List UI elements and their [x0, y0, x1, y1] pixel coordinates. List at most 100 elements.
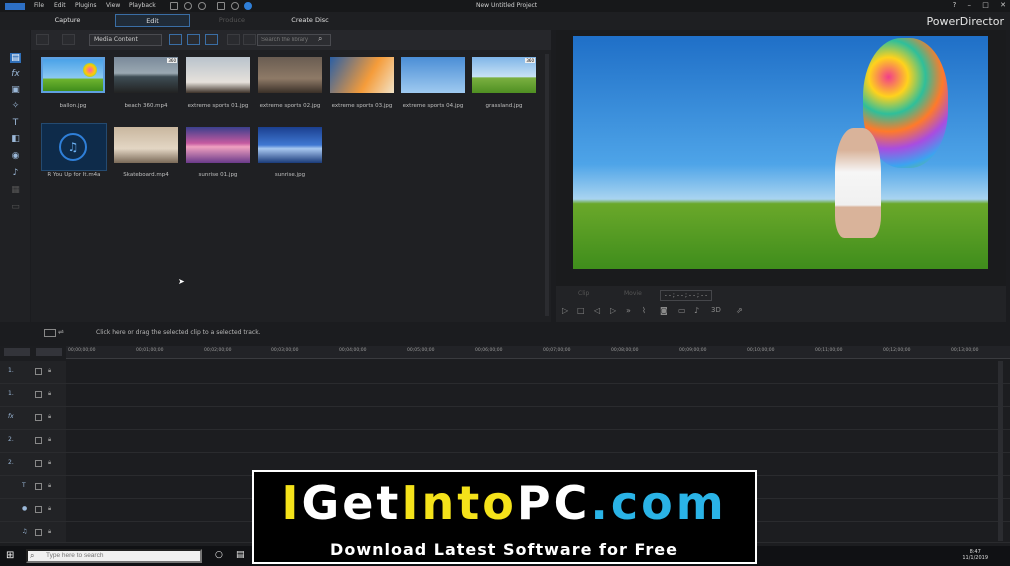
windows-start-icon[interactable]: ⊞: [6, 550, 14, 561]
track-enable-checkbox[interactable]: [35, 483, 42, 490]
movie-mode-tab[interactable]: Movie: [624, 290, 642, 297]
thumbnail-label: extreme sports 04.jpg: [402, 103, 464, 109]
3d-toggle[interactable]: 3D: [711, 306, 721, 314]
snapshot-icon[interactable]: ◙: [660, 306, 668, 315]
undock-icon[interactable]: ⇗: [736, 306, 743, 315]
timeline-mode-button[interactable]: [4, 348, 30, 356]
upgrade-icon[interactable]: [244, 2, 252, 10]
track-enable-checkbox[interactable]: [35, 368, 42, 375]
tab-capture[interactable]: Capture: [40, 14, 95, 27]
display-icon[interactable]: ▭: [678, 306, 686, 315]
settings-icon[interactable]: [231, 2, 239, 10]
track-enable-checkbox[interactable]: [35, 529, 42, 536]
track-enable-checkbox[interactable]: [35, 414, 42, 421]
library-scrollbar[interactable]: [545, 54, 549, 316]
thumbnail-sunrise[interactable]: [258, 127, 322, 163]
lock-icon[interactable]: 🔒︎: [48, 459, 51, 467]
volume-icon[interactable]: ♪: [694, 306, 699, 315]
task-view-icon[interactable]: ○: [215, 550, 223, 560]
plugin-icon[interactable]: [62, 34, 75, 45]
ruler-tick: 00;10;00;00: [747, 348, 775, 353]
tab-edit[interactable]: Edit: [115, 14, 190, 27]
filter-video-icon[interactable]: [169, 34, 182, 45]
thumbnail-label: sunrise.jpg: [274, 172, 306, 178]
taskbar-search-input[interactable]: [26, 549, 202, 563]
thumbnail-extreme-sports-04[interactable]: [401, 57, 465, 93]
watermark-title: IGetIntoPC.com: [254, 476, 754, 530]
clip-mode-tab[interactable]: Clip: [578, 290, 589, 297]
timeline-hint: Click here or drag the selected clip to …: [96, 329, 261, 336]
menu-edit[interactable]: Edit: [54, 2, 66, 9]
thumbnail-beach-360[interactable]: 360: [114, 57, 178, 93]
particle-room-icon[interactable]: ✧: [10, 101, 21, 111]
undo-icon[interactable]: [184, 2, 192, 10]
filter-audio-icon[interactable]: [205, 34, 218, 45]
lock-icon[interactable]: 🔒︎: [48, 367, 51, 375]
lock-icon[interactable]: 🔒︎: [48, 413, 51, 421]
minimize-button[interactable]: –: [968, 1, 972, 9]
thumbnail-extreme-sports-01[interactable]: [186, 57, 250, 93]
track-enable-checkbox[interactable]: [35, 391, 42, 398]
grid-view-icon[interactable]: [227, 34, 240, 45]
prev-frame-icon[interactable]: ◁: [594, 306, 600, 315]
menu-playback[interactable]: Playback: [129, 2, 156, 9]
help-button[interactable]: ?: [953, 1, 957, 9]
lock-icon[interactable]: 🔒︎: [48, 482, 51, 490]
audio-mixing-icon[interactable]: ◉: [10, 151, 21, 161]
thumbnail-ballon[interactable]: [41, 57, 105, 93]
next-frame-icon[interactable]: ▷: [610, 306, 616, 315]
timeline-scrollbar[interactable]: [998, 361, 1003, 541]
capture-icon[interactable]: [217, 2, 225, 10]
play-icon[interactable]: ▷: [562, 306, 568, 315]
fast-forward-icon[interactable]: »: [626, 306, 631, 315]
title-room-icon[interactable]: T: [10, 118, 21, 128]
track-enable-checkbox[interactable]: [35, 506, 42, 513]
voice-over-icon[interactable]: ♪: [10, 168, 21, 178]
split-icon[interactable]: ⌇: [642, 306, 646, 315]
track-enable-checkbox[interactable]: [35, 437, 42, 444]
timeline-ruler[interactable]: 00;00;00;00 00;01;00;00 00;02;00;00 00;0…: [66, 346, 1010, 359]
tab-create-disc[interactable]: Create Disc: [280, 14, 340, 27]
stop-icon[interactable]: □: [577, 306, 585, 315]
thumbnail-sunrise-01[interactable]: [186, 127, 250, 163]
menu-view[interactable]: View: [106, 2, 120, 9]
track-audio-1[interactable]: 1. 🔒︎: [0, 384, 1010, 407]
project-icon[interactable]: [170, 2, 178, 10]
lock-icon[interactable]: 🔒︎: [48, 528, 51, 536]
transition-room-icon[interactable]: ◧: [10, 134, 21, 144]
import-icon[interactable]: [36, 34, 49, 45]
media-room-icon[interactable]: ▤: [10, 53, 21, 63]
pip-room-icon[interactable]: ▣: [10, 85, 21, 95]
filter-image-icon[interactable]: [187, 34, 200, 45]
track-enable-checkbox[interactable]: [35, 460, 42, 467]
search-icon[interactable]: ⌕: [318, 34, 322, 44]
track-fx[interactable]: fx 🔒︎: [0, 407, 1010, 430]
thumbnail-extreme-sports-02[interactable]: [258, 57, 322, 93]
track-manager-icon[interactable]: [44, 329, 56, 337]
close-button[interactable]: ✕: [1000, 1, 1006, 9]
chapter-room-icon[interactable]: ▦: [10, 185, 21, 195]
thumbnail-grassland[interactable]: 360: [472, 57, 536, 93]
track-video-2[interactable]: 2. 🔒︎: [0, 430, 1010, 453]
fx-room-icon[interactable]: fx: [10, 69, 21, 79]
lock-icon[interactable]: 🔒︎: [48, 390, 51, 398]
menu-file[interactable]: File: [34, 2, 44, 9]
thumbnail-skateboard[interactable]: [114, 127, 178, 163]
thumbnail-audio[interactable]: ♫: [41, 123, 107, 171]
taskbar-clock[interactable]: 8:47 11/1/2019: [962, 549, 988, 561]
storyboard-mode-button[interactable]: [36, 348, 62, 356]
lock-icon[interactable]: 🔒︎: [48, 436, 51, 444]
mix-icon[interactable]: ⇌: [58, 328, 64, 336]
timecode-display[interactable]: - - ; - - ; - - ; - -: [660, 290, 712, 301]
lock-icon[interactable]: 🔒︎: [48, 505, 51, 513]
redo-icon[interactable]: [198, 2, 206, 10]
menu-plugins[interactable]: Plugins: [75, 2, 97, 9]
tab-produce[interactable]: Produce: [202, 14, 262, 27]
media-content-select[interactable]: Media Content: [89, 34, 162, 46]
maximize-button[interactable]: □: [982, 1, 989, 9]
track-video-1[interactable]: 1. 🔒︎: [0, 361, 1010, 384]
taskbar-app-icon[interactable]: ▤: [236, 550, 245, 560]
thumbnail-extreme-sports-03[interactable]: [330, 57, 394, 93]
expand-view-icon[interactable]: [243, 34, 256, 45]
subtitle-room-icon[interactable]: ▭: [10, 202, 21, 212]
